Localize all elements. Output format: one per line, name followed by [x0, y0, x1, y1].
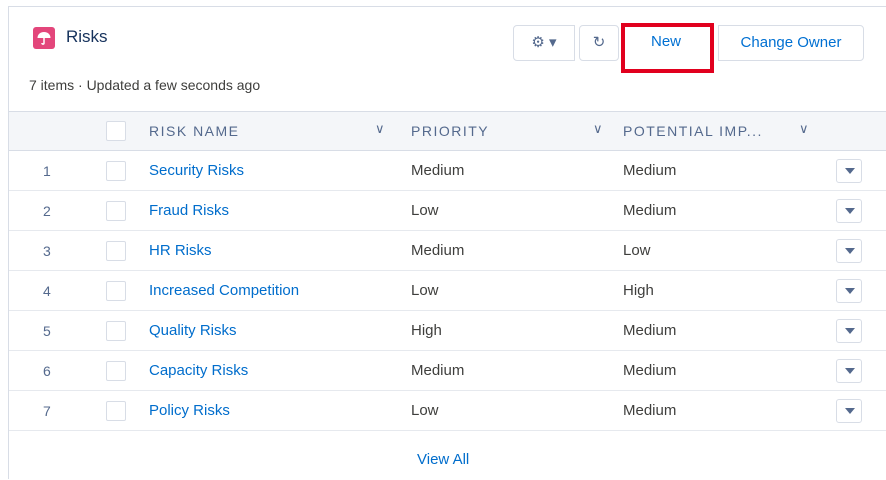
table-row: 6 Capacity Risks Medium Medium [9, 351, 886, 391]
row-action-menu-button[interactable] [836, 239, 862, 263]
potential-impact-cell: Medium [623, 402, 677, 419]
refresh-icon: ↻ [592, 34, 606, 51]
potential-impact-cell: Medium [623, 322, 677, 339]
risk-name-link[interactable]: Increased Competition [149, 282, 299, 299]
potential-impact-cell: Medium [623, 162, 677, 179]
gear-icon: ⚙ ▾ [531, 34, 557, 51]
priority-cell: Low [411, 402, 439, 419]
card-header: Risks 7 items · Updated a few seconds ag… [9, 7, 886, 111]
priority-cell: Low [411, 202, 439, 219]
table-row: 5 Quality Risks High Medium [9, 311, 886, 351]
change-owner-button[interactable]: Change Owner [718, 25, 864, 61]
related-list-card: Risks 7 items · Updated a few seconds ag… [8, 6, 886, 479]
row-number: 6 [43, 363, 51, 379]
priority-cell: Low [411, 282, 439, 299]
row-number: 2 [43, 203, 51, 219]
column-header-priority[interactable]: PRIORITY [411, 123, 489, 139]
row-number: 3 [43, 243, 51, 259]
caret-down-icon [845, 288, 855, 294]
potential-impact-cell: High [623, 282, 654, 299]
row-action-menu-button[interactable] [836, 319, 862, 343]
chevron-down-icon[interactable]: ∨ [593, 121, 603, 137]
column-header-risk-name[interactable]: RISK NAME [149, 123, 240, 139]
row-checkbox[interactable] [106, 361, 126, 381]
table-row: 2 Fraud Risks Low Medium [9, 191, 886, 231]
caret-down-icon [845, 328, 855, 334]
view-all-link[interactable]: View All [417, 451, 469, 468]
list-meta-info: 7 items · Updated a few seconds ago [29, 77, 261, 93]
chevron-down-icon[interactable]: ∨ [375, 121, 385, 137]
row-checkbox[interactable] [106, 161, 126, 181]
table-row: 7 Policy Risks Low Medium [9, 391, 886, 431]
card-title[interactable]: Risks [66, 27, 108, 47]
row-checkbox[interactable] [106, 281, 126, 301]
chevron-down-icon[interactable]: ∨ [799, 121, 809, 137]
row-number: 5 [43, 323, 51, 339]
caret-down-icon [845, 168, 855, 174]
priority-cell: Medium [411, 242, 465, 259]
row-checkbox[interactable] [106, 241, 126, 261]
select-all-checkbox[interactable] [106, 121, 126, 141]
risk-name-link[interactable]: Quality Risks [149, 322, 237, 339]
potential-impact-cell: Medium [623, 202, 677, 219]
potential-impact-cell: Low [623, 242, 651, 259]
umbrella-icon [33, 27, 55, 49]
row-action-menu-button[interactable] [836, 279, 862, 303]
table-row: 1 Security Risks Medium Medium [9, 151, 886, 191]
table-row: 3 HR Risks Medium Low [9, 231, 886, 271]
risk-name-link[interactable]: Security Risks [149, 162, 244, 179]
row-checkbox[interactable] [106, 321, 126, 341]
row-action-menu-button[interactable] [836, 199, 862, 223]
caret-down-icon [845, 248, 855, 254]
table-row: 4 Increased Competition Low High [9, 271, 886, 311]
highlight-box [621, 23, 714, 73]
row-checkbox[interactable] [106, 401, 126, 421]
row-checkbox[interactable] [106, 201, 126, 221]
potential-impact-cell: Medium [623, 362, 677, 379]
risk-name-link[interactable]: Policy Risks [149, 402, 230, 419]
priority-cell: Medium [411, 162, 465, 179]
list-settings-button[interactable]: ⚙ ▾ [513, 25, 575, 61]
row-action-menu-button[interactable] [836, 159, 862, 183]
row-action-menu-button[interactable] [836, 359, 862, 383]
row-number: 7 [43, 403, 51, 419]
row-number: 4 [43, 283, 51, 299]
priority-cell: High [411, 322, 442, 339]
risk-name-link[interactable]: HR Risks [149, 242, 212, 259]
priority-cell: Medium [411, 362, 465, 379]
refresh-button[interactable]: ↻ [579, 25, 619, 61]
risk-name-link[interactable]: Capacity Risks [149, 362, 248, 379]
column-header-potential-impact[interactable]: POTENTIAL IMP... [623, 123, 763, 139]
caret-down-icon [845, 408, 855, 414]
card-footer: View All [9, 434, 886, 480]
row-number: 1 [43, 163, 51, 179]
risk-name-link[interactable]: Fraud Risks [149, 202, 229, 219]
caret-down-icon [845, 368, 855, 374]
row-action-menu-button[interactable] [836, 399, 862, 423]
caret-down-icon [845, 208, 855, 214]
table-header: RISK NAME ∨ PRIORITY ∨ POTENTIAL IMP... … [9, 111, 886, 151]
